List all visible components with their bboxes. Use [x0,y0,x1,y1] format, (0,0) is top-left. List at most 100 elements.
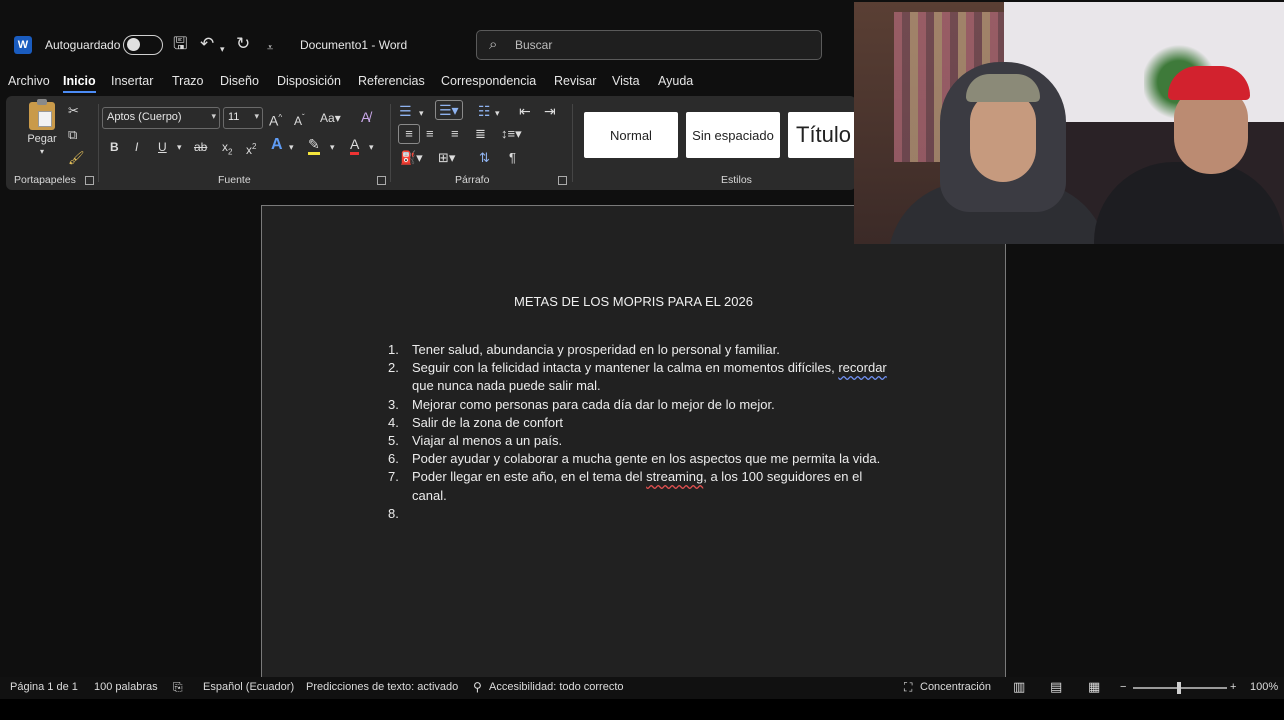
increase-indent-icon[interactable]: ⇥ [544,102,556,120]
tab-archivo[interactable]: Archivo [8,72,50,90]
tab-trazo[interactable]: Trazo [172,72,204,90]
multilevel-list-icon[interactable]: ☷ [478,102,491,120]
show-formatting-marks-icon[interactable]: ¶ [509,149,516,167]
tab-diseno[interactable]: Diseño [220,72,259,90]
clear-formatting-icon[interactable]: A̸ [361,108,370,126]
text-effects-dropdown-icon[interactable]: ▾ [289,138,294,156]
autosave-toggle[interactable] [123,35,163,55]
bullets-dropdown-icon[interactable]: ▾ [419,104,424,122]
focus-mode-button[interactable]: Concentración [920,681,991,693]
focus-icon: ⛶ [904,680,913,694]
font-launcher-icon[interactable] [377,176,386,185]
customize-toolbar-icon[interactable]: ⩡ [267,38,273,58]
accessibility-icon: ⚲ [473,680,482,694]
undo-icon[interactable]: ↶ [200,34,214,54]
align-center-icon[interactable]: ≡ [426,125,434,143]
cam-person-right [1064,62,1284,244]
print-layout-icon[interactable]: ▤ [1050,679,1062,695]
highlight-dropdown-icon[interactable]: ▾ [330,138,335,156]
page-count[interactable]: Página 1 de 1 [10,681,78,693]
superscript-icon[interactable]: x2 [246,138,256,159]
style-normal[interactable]: Normal [584,112,678,158]
tab-insertar[interactable]: Insertar [111,72,153,90]
shading-icon[interactable]: ⛽▾ [400,149,423,167]
list-number: 1. [388,342,399,357]
borders-icon[interactable]: ⊞▾ [438,149,455,167]
tab-referencias[interactable]: Referencias [358,72,425,90]
read-mode-icon[interactable]: ▥ [1013,679,1025,695]
numbering-icon[interactable]: ☰▾ [435,100,463,120]
text-predictions-status[interactable]: Predicciones de texto: activado [306,681,458,693]
list-number: 6. [388,451,399,467]
tab-correspondencia[interactable]: Correspondencia [441,72,536,90]
tab-inicio[interactable]: Inicio [63,72,96,93]
subscript-icon[interactable]: x2 [222,138,232,161]
line-spacing-icon[interactable]: ↕≡▾ [501,125,522,143]
clipboard-launcher-icon[interactable] [85,176,94,185]
font-color-icon[interactable]: A [350,136,360,155]
tab-revisar[interactable]: Revisar [554,72,596,90]
document-heading: METAS DE LOS MOPRIS PARA EL 2026 [514,294,753,309]
list-item-text: Poder ayudar y colaborar a mucha gente e… [412,451,881,467]
grammar-flagged-word[interactable]: recordar [838,360,886,375]
text-effects-icon[interactable]: A [271,136,283,154]
proofing-icon[interactable]: ⎘ [173,680,183,695]
undo-dropdown-chevron-icon[interactable]: ▾ [220,39,225,59]
web-layout-icon[interactable]: ▦ [1088,679,1100,695]
accessibility-status[interactable]: Accesibilidad: todo correcto [489,681,624,693]
font-size-select[interactable]: 11 ▾ [223,107,263,129]
font-size-value: 11 [228,111,240,123]
tab-disposicion[interactable]: Disposición [277,72,341,90]
font-color-dropdown-icon[interactable]: ▾ [369,138,374,156]
style-titulo[interactable]: Título [788,112,856,158]
word-count[interactable]: 100 palabras [94,681,158,693]
paste-label: Pegar [27,133,57,145]
shrink-font-icon[interactable]: Aˇ [294,109,305,130]
font-name-select[interactable]: Aptos (Cuerpo) ▾ [102,107,220,129]
list-item: 3. Mejorar como personas para cada día d… [388,396,898,414]
underline-dropdown-icon[interactable]: ▾ [177,138,182,156]
spelling-flagged-word[interactable]: streaming [646,469,703,484]
bullets-icon[interactable]: ☰ [399,102,412,120]
align-right-icon[interactable]: ≡ [451,125,459,143]
decrease-indent-icon[interactable]: ⇤ [519,102,531,120]
align-left-icon[interactable]: ≡ [398,124,420,144]
cut-icon[interactable]: ✂ [68,102,79,120]
multilevel-dropdown-icon[interactable]: ▾ [495,104,500,122]
tab-vista[interactable]: Vista [612,72,640,90]
tab-ayuda[interactable]: Ayuda [658,72,693,90]
justify-icon[interactable]: ≣ [475,125,486,143]
search-box[interactable]: ⌕ [476,30,822,60]
list-item: 1. Tener salud, abundancia y prosperidad… [388,341,898,359]
language-status[interactable]: Español (Ecuador) [203,681,294,693]
style-sin-espaciado[interactable]: Sin espaciado [686,112,780,158]
italic-icon[interactable]: I [135,138,138,156]
search-input[interactable] [515,36,805,54]
paste-button[interactable]: Pegar ▾ [20,99,64,156]
zoom-out-icon[interactable]: − [1120,681,1126,693]
ribbon-panel: Pegar ▾ ✂ ⧉ 🖌 Portapapeles Aptos (Cuerpo… [6,96,856,190]
grow-font-icon[interactable]: A^ [269,109,282,130]
list-number: 3. [388,396,399,412]
paragraph-group-label: Párrafo [455,174,490,186]
chevron-down-icon: ▾ [254,111,259,121]
zoom-slider-thumb[interactable] [1177,682,1181,694]
underline-icon[interactable]: U [158,138,167,156]
highlight-icon[interactable]: ✎ [308,136,320,155]
sort-icon[interactable]: ⇅ [479,149,490,167]
save-icon[interactable]: 🖫 [173,34,187,54]
cam-person-right-body [1094,162,1284,244]
redo-icon[interactable]: ↻ [236,34,250,54]
zoom-level[interactable]: 100% [1250,681,1278,693]
copy-icon[interactable]: ⧉ [68,126,77,144]
zoom-in-icon[interactable]: + [1230,681,1236,693]
format-painter-icon[interactable]: 🖌 [68,149,85,167]
list-item: 5. Viajar al menos a un país. [388,432,898,450]
list-item-text: Viajar al menos a un país. [412,433,563,449]
bold-icon[interactable]: B [110,138,119,156]
screen-bottom-border [0,699,1284,720]
change-case-button[interactable]: Aa▾ [320,109,341,127]
strikethrough-icon[interactable]: ab [194,138,207,156]
paragraph-launcher-icon[interactable] [558,176,567,185]
document-page[interactable]: METAS DE LOS MOPRIS PARA EL 2026 1. Tene… [261,205,1006,677]
